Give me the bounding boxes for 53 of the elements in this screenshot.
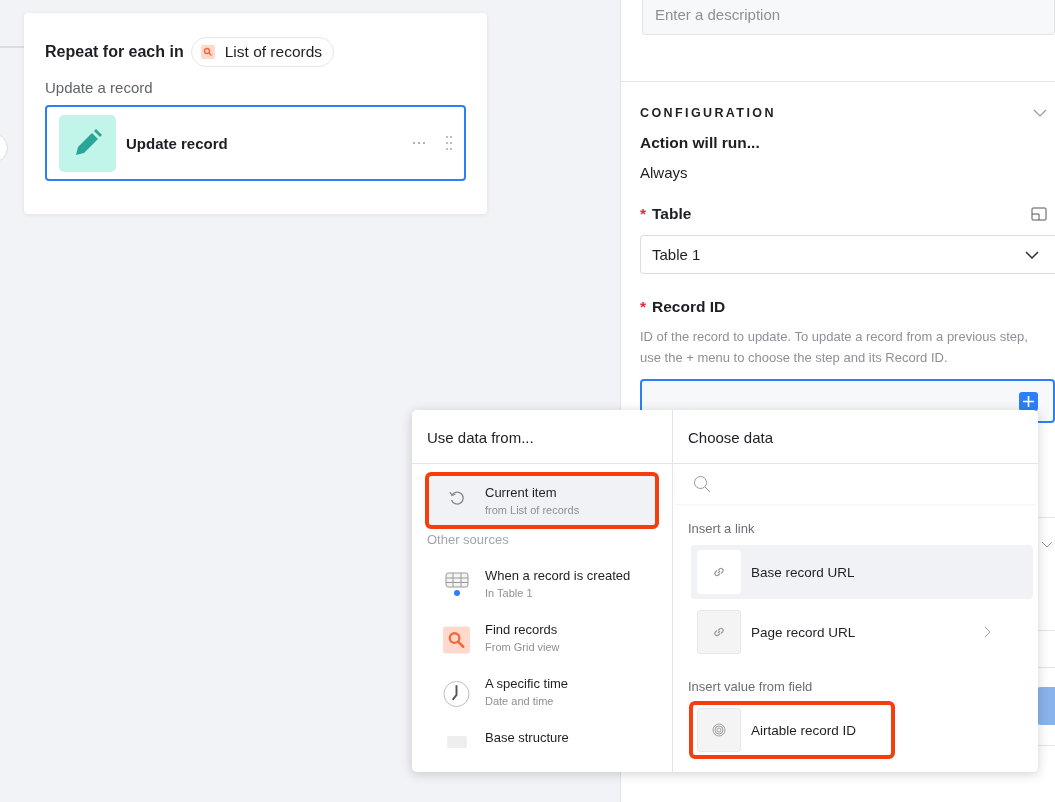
group-heading: Insert a link xyxy=(687,520,756,538)
search-icon xyxy=(693,475,711,493)
source-item[interactable]: Find records From Grid view xyxy=(427,610,657,665)
source-title: A specific time xyxy=(485,675,569,691)
loop-label: Repeat for each in xyxy=(45,43,184,61)
field-help: ID of the record to update. To update a record from a previous step, use the + menu to choose the step and its Record ID. xyxy=(639,328,1029,367)
required-asterisk: * xyxy=(640,205,647,223)
run-condition-value: Always xyxy=(639,163,689,181)
search-icon xyxy=(200,45,215,59)
source-item[interactable]: Base structure xyxy=(427,718,657,772)
source-item[interactable]: When a record is created In Table 1 xyxy=(427,557,657,611)
source-subtitle: Date and time xyxy=(485,694,555,707)
undo-circle-icon xyxy=(447,489,466,507)
source-subtitle: From Grid view xyxy=(485,640,560,653)
pencil-icon xyxy=(59,114,116,172)
field-label: Table xyxy=(652,205,692,223)
source-subtitle: from List of records xyxy=(485,504,580,516)
data-option[interactable]: Airtable record ID xyxy=(691,703,893,757)
more-icon[interactable] xyxy=(412,141,426,145)
required-asterisk: * xyxy=(640,298,647,316)
data-option[interactable]: Base record URL xyxy=(691,545,1033,599)
group-label: Update a record xyxy=(44,78,154,96)
source-title: Find records xyxy=(485,621,559,637)
chevron-down-icon[interactable] xyxy=(1041,541,1053,548)
panel-title: Choose data xyxy=(673,410,1038,464)
drag-handle-icon[interactable] xyxy=(446,136,452,150)
run-condition-label: Action will run... xyxy=(639,133,761,152)
action-card[interactable]: Update record xyxy=(45,105,466,181)
group-heading: Insert value from field xyxy=(687,678,814,696)
link-icon xyxy=(712,565,726,579)
field-label: Record ID xyxy=(652,298,726,316)
table-plus-icon xyxy=(444,572,469,599)
section-title: CONFIGURATION xyxy=(640,106,776,120)
panel-title: Use data from... xyxy=(412,410,672,464)
source-title: When a record is created xyxy=(485,568,631,584)
action-title: Update record xyxy=(126,134,229,152)
chevron-right-icon xyxy=(984,626,991,638)
source-subtitle: In Table 1 xyxy=(485,587,534,600)
expand-view-icon[interactable] xyxy=(1031,207,1047,221)
fingerprint-icon xyxy=(712,723,726,737)
search-icon xyxy=(443,625,470,654)
plus-button[interactable] xyxy=(1019,391,1038,411)
source-title: Current item xyxy=(485,485,558,500)
source-title: Base structure xyxy=(485,729,569,745)
link-icon xyxy=(712,625,726,639)
clock-icon xyxy=(443,679,470,708)
table-select[interactable]: Table 1 xyxy=(640,235,1055,274)
chevron-down-icon xyxy=(1025,250,1039,259)
other-sources-heading: Other sources xyxy=(426,531,510,550)
source-item[interactable]: A specific time Date and time xyxy=(427,664,657,719)
chevron-down-icon[interactable] xyxy=(1033,109,1047,117)
source-item[interactable]: Current item from List of records xyxy=(427,474,657,528)
data-option[interactable]: Page record URL xyxy=(691,605,1033,659)
